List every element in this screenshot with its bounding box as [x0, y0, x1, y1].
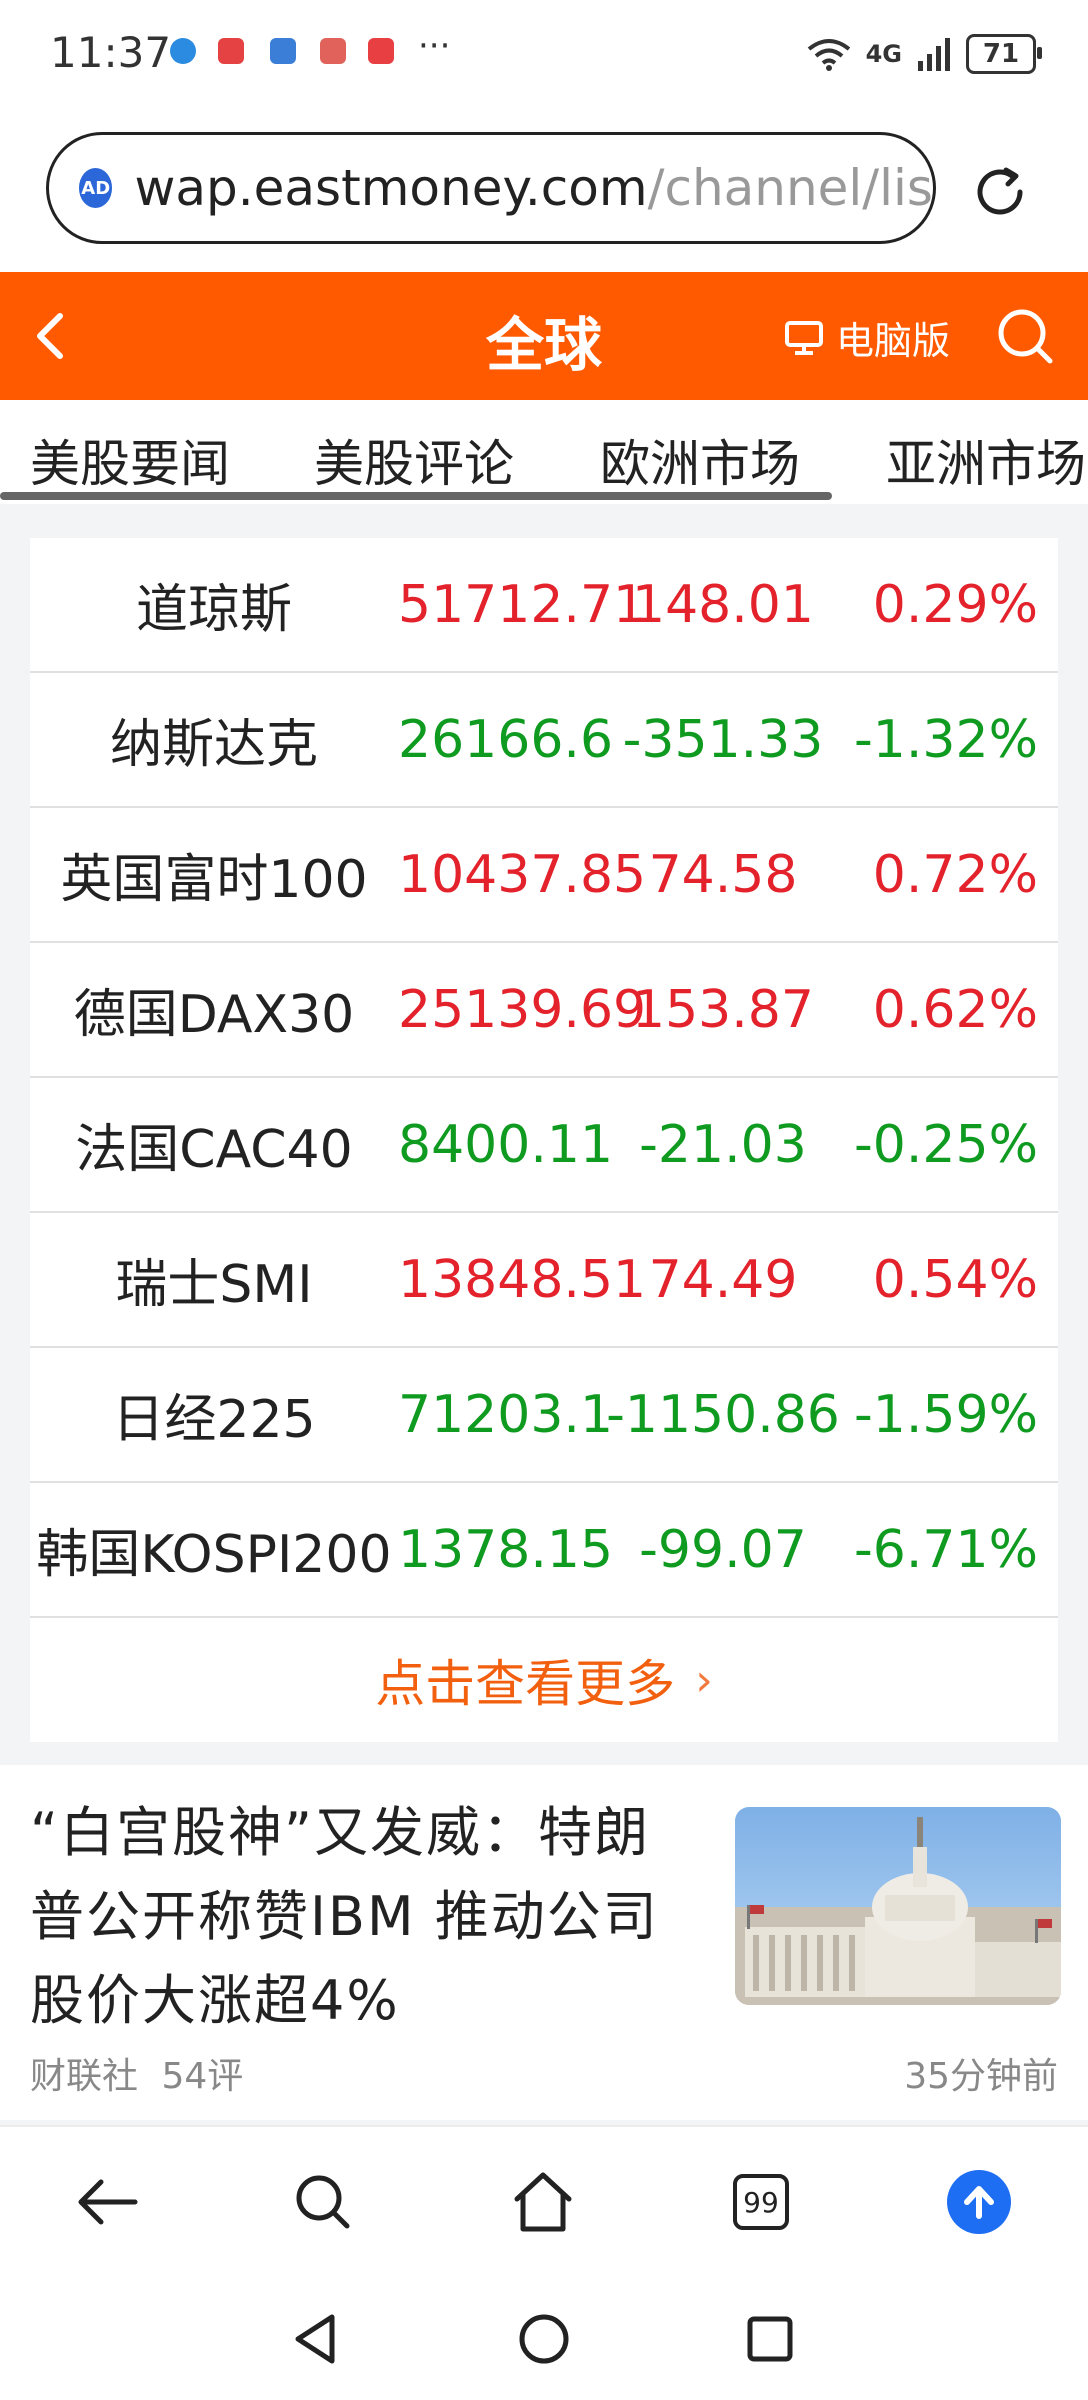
- news-title[interactable]: “白宫股神”又发威：特朗普公开称赞IBM 推动公司股价大涨超4%: [30, 1791, 690, 2043]
- home-button[interactable]: [508, 2167, 578, 2237]
- home-icon: [514, 2172, 572, 2232]
- tab-scroll-indicator: [0, 492, 832, 500]
- index-change: 74.49: [648, 1249, 798, 1310]
- chevron-right-icon: ›: [695, 1654, 713, 1706]
- index-row-dow[interactable]: 道琼斯 51712.71 148.01 0.29%: [30, 538, 1058, 673]
- index-row-nikkei225[interactable]: 日经225 71203.1 -1150.86 -1.59%: [30, 1348, 1058, 1483]
- news-thumbnail[interactable]: [735, 1807, 1061, 2005]
- tab-asia-market[interactable]: 亚洲市场: [886, 424, 1086, 496]
- address-bar[interactable]: AD wap.eastmoney.com/channel/lis: [46, 132, 936, 244]
- index-change: 74.58: [648, 844, 798, 905]
- battery-indicator: 71: [966, 34, 1042, 74]
- network-type: 4G: [865, 40, 902, 68]
- tab-europe-market[interactable]: 欧洲市场: [600, 424, 800, 496]
- index-percent: 0.29%: [872, 574, 1038, 635]
- index-price: 8400.11: [398, 1114, 614, 1175]
- page-header: 全球 电脑版: [0, 272, 1088, 400]
- index-change: -21.03: [639, 1114, 807, 1175]
- index-row-kospi200[interactable]: 韩国KOSPI200 1378.15 -99.07 -6.71%: [30, 1483, 1058, 1618]
- view-more-label: 点击查看更多: [375, 1655, 676, 1713]
- app-notification-icon: [218, 38, 244, 64]
- browser-toolbar: 99: [0, 2125, 1088, 2277]
- news-meta: 财联社 54评: [30, 2047, 243, 2099]
- index-name: 道琼斯: [135, 580, 292, 640]
- browser-address-area: AD wap.eastmoney.com/channel/lis: [0, 112, 1088, 272]
- search-icon[interactable]: [995, 306, 1055, 366]
- index-name: 瑞士SMI: [115, 1255, 313, 1315]
- huawei-notification-icon: [368, 38, 394, 64]
- index-change: -99.07: [639, 1519, 807, 1580]
- index-price: 71203.1: [398, 1384, 614, 1445]
- tabs-button[interactable]: 99: [726, 2167, 796, 2237]
- nav-back-icon[interactable]: [288, 2311, 344, 2367]
- tab-us-comments[interactable]: 美股评论: [314, 424, 514, 496]
- url-domain: wap.eastmoney.com: [134, 159, 648, 217]
- index-percent: 0.54%: [872, 1249, 1038, 1310]
- tabs-count-icon: 99: [733, 2174, 789, 2230]
- index-percent: -1.59%: [854, 1384, 1038, 1445]
- index-name: 纳斯达克: [109, 715, 318, 775]
- index-row-ftse100[interactable]: 英国富时100 10437.85 74.58 0.72%: [30, 808, 1058, 943]
- nav-home-icon[interactable]: [516, 2311, 572, 2367]
- capitol-building-image: [735, 1817, 1061, 2005]
- url-text[interactable]: wap.eastmoney.com/channel/lis: [134, 159, 933, 217]
- more-notifications-icon: ···: [418, 26, 451, 66]
- pc-version-button[interactable]: 电脑版: [784, 310, 950, 365]
- index-change: -351.33: [622, 709, 824, 770]
- tab-us-news[interactable]: 美股要闻: [30, 424, 230, 496]
- monitor-icon: [785, 320, 823, 355]
- system-nav-bar: [0, 2275, 1088, 2400]
- status-time: 11:37: [50, 28, 172, 77]
- index-row-dax30[interactable]: 德国DAX30 25139.69 153.87 0.62%: [30, 943, 1058, 1078]
- search-icon: [296, 2175, 350, 2229]
- index-name: 英国富时100: [60, 850, 368, 910]
- index-row-cac40[interactable]: 法国CAC40 8400.11 -21.03 -0.25%: [30, 1078, 1058, 1213]
- reload-icon[interactable]: [970, 162, 1030, 222]
- index-name: 德国DAX30: [73, 985, 355, 1045]
- search-button[interactable]: [288, 2167, 358, 2237]
- index-row-nasdaq[interactable]: 纳斯达克 26166.6 -351.33 -1.32%: [30, 673, 1058, 808]
- app-notification-icon: [170, 38, 196, 64]
- ad-block-icon[interactable]: AD: [79, 168, 113, 208]
- view-more-link[interactable]: 点击查看更多 ›: [30, 1618, 1058, 1742]
- index-price: 1378.15: [398, 1519, 614, 1580]
- index-price: 10437.85: [398, 844, 647, 905]
- upload-icon: [947, 2170, 1011, 2234]
- category-tabs: 美股要闻 美股评论 欧洲市场 亚洲市场: [0, 400, 1088, 504]
- index-percent: 0.72%: [872, 844, 1038, 905]
- index-price: 25139.69: [398, 979, 647, 1040]
- index-percent: 0.62%: [872, 979, 1038, 1040]
- wifi-icon: [807, 39, 850, 71]
- nav-recents-icon[interactable]: [742, 2311, 798, 2367]
- news-item[interactable]: “白宫股神”又发威：特朗普公开称赞IBM 推动公司股价大涨超4% 财联社 54评…: [0, 1765, 1088, 2120]
- index-name: 日经225: [112, 1390, 316, 1450]
- app-notification-icon: [320, 38, 346, 64]
- index-price: 51712.71: [398, 574, 647, 635]
- calendar-notification-icon: [270, 38, 296, 64]
- news-time: 35分钟前: [904, 2056, 1058, 2097]
- back-arrow-icon: [78, 2179, 138, 2225]
- upload-button[interactable]: [944, 2167, 1014, 2237]
- index-name: 法国CAC40: [75, 1120, 353, 1180]
- index-percent: -0.25%: [854, 1114, 1038, 1175]
- status-bar: 11:37 ··· 4G 71: [0, 0, 1088, 112]
- back-button[interactable]: [72, 2167, 142, 2237]
- index-change: 148.01: [632, 574, 814, 635]
- news-source: 财联社: [30, 2056, 139, 2097]
- index-change: 153.87: [632, 979, 814, 1040]
- pc-version-label: 电脑版: [836, 319, 951, 363]
- index-price: 26166.6: [398, 709, 614, 770]
- global-index-table: 道琼斯 51712.71 148.01 0.29% 纳斯达克 26166.6 -…: [30, 538, 1058, 1742]
- index-name: 韩国KOSPI200: [36, 1525, 392, 1585]
- index-percent: -6.71%: [854, 1519, 1038, 1580]
- index-percent: -1.32%: [854, 709, 1038, 770]
- index-row-smi[interactable]: 瑞士SMI 13848.51 74.49 0.54%: [30, 1213, 1058, 1348]
- index-price: 13848.51: [398, 1249, 647, 1310]
- news-comments: 54评: [161, 2056, 244, 2097]
- signal-icon: [918, 38, 950, 71]
- url-path: /channel/lis: [647, 159, 933, 217]
- index-change: -1150.86: [606, 1384, 840, 1445]
